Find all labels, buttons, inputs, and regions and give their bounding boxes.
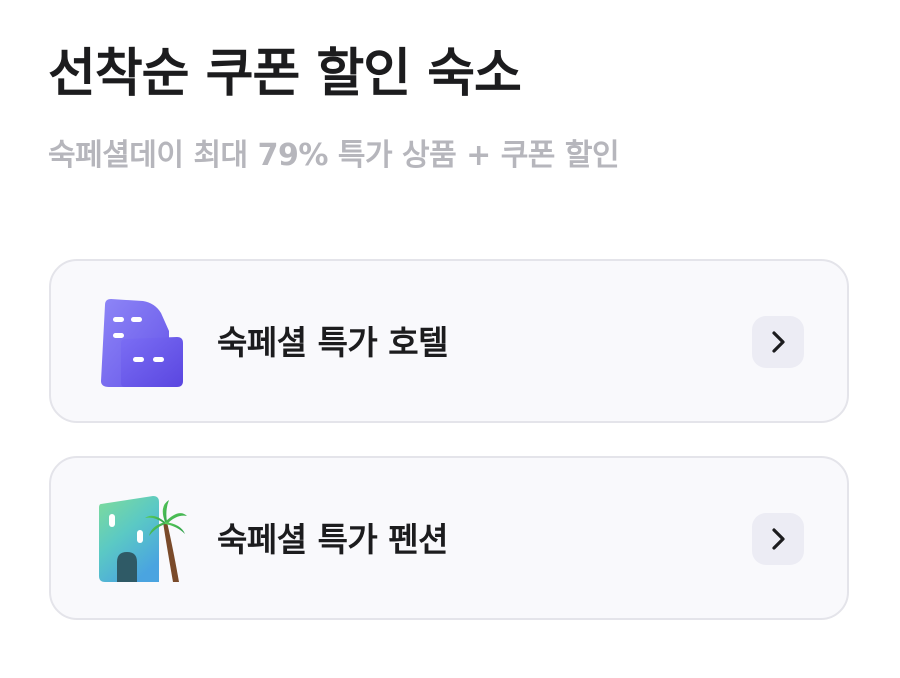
chevron-right-icon	[772, 528, 785, 550]
pension-deal-arrow-button[interactable]	[752, 513, 804, 565]
page: 선착순 쿠폰 할인 숙소 숙페셜데이 최대 79% 특가 상품 + 쿠폰 할인	[0, 0, 900, 678]
hotel-deal-arrow-button[interactable]	[752, 316, 804, 368]
hotel-deal-card[interactable]: 숙페셜 특가 호텔	[49, 259, 849, 423]
page-subtitle: 숙페셜데이 최대 79% 특가 상품 + 쿠폰 할인	[48, 138, 620, 173]
page-title: 선착순 쿠폰 할인 숙소	[48, 44, 522, 104]
pension-deal-card[interactable]: 숙페셜 특가 펜션	[49, 456, 849, 620]
hotel-building-icon	[97, 297, 189, 389]
pension-palm-icon	[97, 494, 189, 586]
pension-deal-label: 숙페셜 특가 펜션	[217, 520, 449, 559]
hotel-deal-label: 숙페셜 특가 호텔	[217, 323, 449, 362]
chevron-right-icon	[772, 331, 785, 353]
